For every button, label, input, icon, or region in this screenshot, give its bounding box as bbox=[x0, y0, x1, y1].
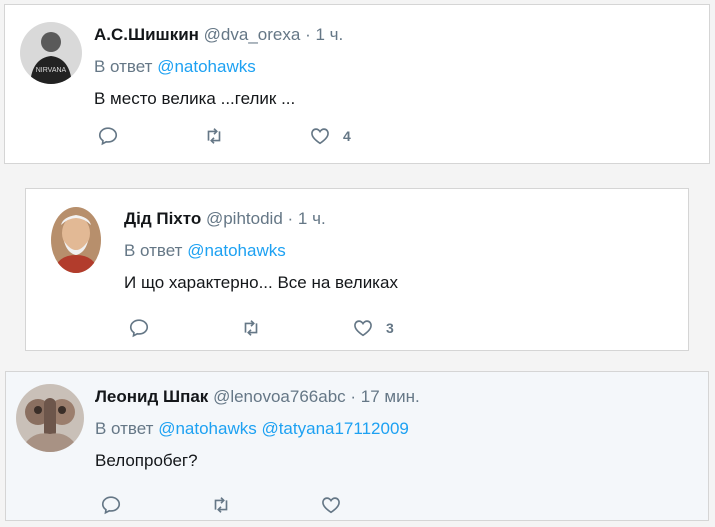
tweet-card[interactable]: Дід Піхто @pihtodid · 1 ч. В ответ @nato… bbox=[25, 188, 689, 351]
like-button[interactable]: 3 bbox=[352, 317, 394, 339]
separator-dot: · bbox=[287, 209, 294, 228]
tweet-card[interactable]: NIRVANA А.С.Шишкин @dva_orexa · 1 ч. В о… bbox=[4, 4, 710, 164]
retweet-icon bbox=[214, 497, 228, 513]
reply-context: В ответ @natohawks bbox=[94, 55, 343, 79]
like-count: 3 bbox=[386, 320, 394, 336]
mention-link[interactable]: @natohawks bbox=[158, 419, 257, 438]
author-handle[interactable]: @dva_orexa bbox=[204, 25, 301, 44]
tweet-header: Леонид Шпак @lenovoa766abc · 17 мин. bbox=[95, 385, 420, 409]
tweet-text: И що характерно... Все на великах bbox=[124, 273, 398, 292]
reply-icon bbox=[129, 319, 149, 338]
tweet-header: Дід Піхто @pihtodid · 1 ч. bbox=[124, 207, 398, 231]
like-button[interactable]: 4 bbox=[309, 125, 351, 147]
timestamp[interactable]: 1 ч. bbox=[315, 25, 343, 44]
like-button[interactable] bbox=[320, 494, 342, 516]
author-handle[interactable]: @lenovoa766abc bbox=[213, 387, 346, 406]
reply-prefix: В ответ bbox=[95, 419, 154, 438]
timestamp[interactable]: 1 ч. bbox=[298, 209, 326, 228]
avatar[interactable] bbox=[16, 384, 84, 452]
reply-context: В ответ @natohawks bbox=[124, 239, 398, 263]
separator-dot: · bbox=[305, 25, 311, 44]
retweet-icon bbox=[207, 128, 221, 144]
author-name[interactable]: А.С.Шишкин bbox=[94, 25, 199, 44]
like-icon bbox=[322, 497, 340, 514]
reply-icon bbox=[98, 127, 118, 146]
retweet-button[interactable] bbox=[210, 494, 232, 516]
retweet-button[interactable] bbox=[203, 125, 225, 147]
author-name[interactable]: Леонид Шпак bbox=[95, 387, 208, 406]
avatar[interactable] bbox=[51, 207, 101, 273]
mention-link[interactable]: @tatyana17112009 bbox=[261, 419, 408, 438]
like-icon bbox=[354, 320, 372, 337]
retweet-button[interactable] bbox=[240, 317, 262, 339]
reply-prefix: В ответ bbox=[124, 241, 183, 260]
tweet-text: В место велика ...гелик ... bbox=[94, 89, 296, 108]
author-handle[interactable]: @pihtodid bbox=[206, 209, 283, 228]
mention-link[interactable]: @natohawks bbox=[187, 241, 286, 260]
like-count: 4 bbox=[343, 128, 351, 144]
reply-icon bbox=[101, 496, 121, 515]
tweet-text: Велопробег? bbox=[95, 451, 198, 470]
reply-prefix: В ответ bbox=[94, 57, 153, 76]
avatar-shirt-text: NIRVANA bbox=[36, 67, 67, 74]
timestamp[interactable]: 17 мин. bbox=[361, 387, 420, 406]
tweet-header: А.С.Шишкин @dva_orexa · 1 ч. bbox=[94, 23, 343, 47]
tweet-card[interactable]: Леонид Шпак @lenovoa766abc · 17 мин. В о… bbox=[5, 371, 709, 521]
reply-button[interactable] bbox=[100, 494, 122, 516]
avatar[interactable]: NIRVANA bbox=[20, 22, 82, 84]
mention-link[interactable]: @natohawks bbox=[157, 57, 256, 76]
reply-button[interactable] bbox=[128, 317, 150, 339]
author-name[interactable]: Дід Піхто bbox=[124, 209, 201, 228]
reply-context: В ответ @natohawks @tatyana17112009 bbox=[95, 417, 420, 441]
like-icon bbox=[311, 128, 329, 145]
reply-button[interactable] bbox=[97, 125, 119, 147]
separator-dot: · bbox=[350, 387, 357, 406]
retweet-icon bbox=[244, 320, 258, 336]
